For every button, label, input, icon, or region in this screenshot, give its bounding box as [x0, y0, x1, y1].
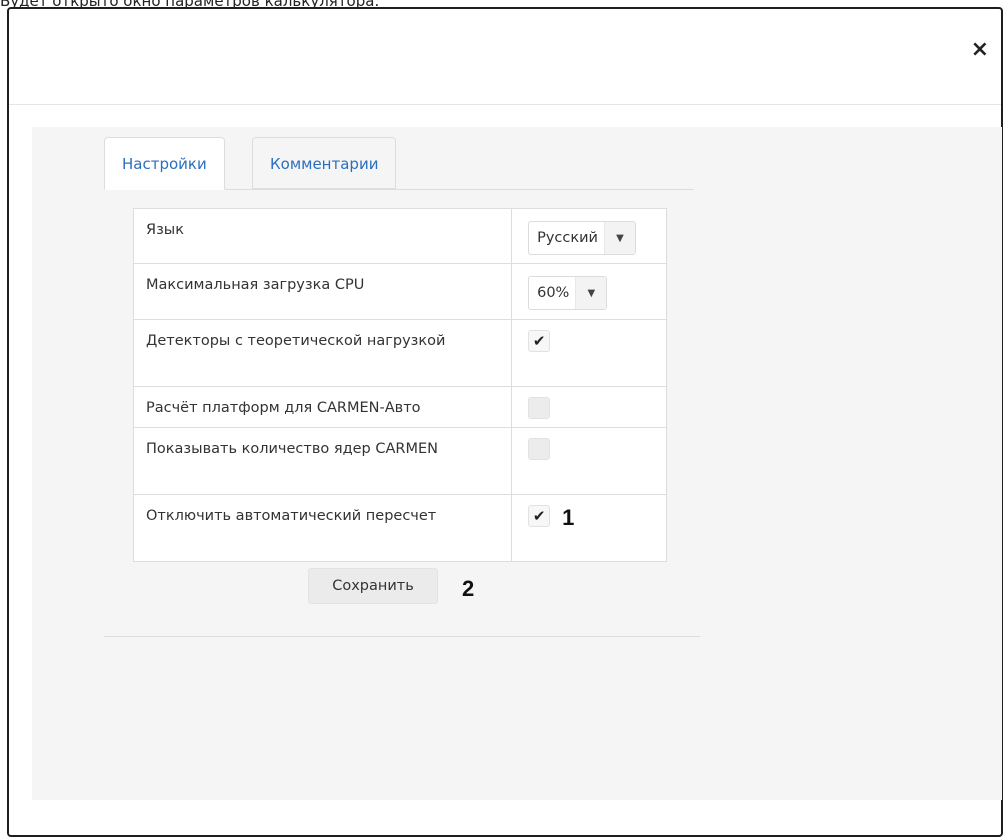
setting-control-cpu: 60% ▼	[511, 263, 667, 320]
tab-comments[interactable]: Комментарии	[252, 137, 397, 189]
setting-control-theoretical-detectors: ✔	[511, 319, 667, 387]
chevron-down-icon[interactable]: ▼	[603, 222, 635, 254]
setting-control-carmen-auto	[511, 386, 667, 428]
chevron-down-icon[interactable]: ▼	[575, 277, 607, 309]
table-row: Язык Русский ▼	[132, 208, 667, 264]
table-row: Расчёт платформ для CARMEN-Авто	[132, 386, 667, 428]
setting-control-show-cores	[511, 427, 667, 495]
annotation-marker-2: 2	[462, 576, 475, 601]
modal-body: Настройки Комментарии Язык Русский ▼ Мак…	[32, 127, 1002, 800]
table-row: Детекторы с теоретической нагрузкой ✔	[132, 319, 667, 387]
setting-control-disable-recalc: ✔ 1	[511, 494, 667, 562]
setting-label-language: Язык	[132, 208, 513, 264]
language-select-value: Русский	[537, 230, 598, 246]
setting-label-cpu: Максимальная загрузка CPU	[132, 263, 513, 320]
close-icon[interactable]: ×	[971, 39, 989, 61]
save-button[interactable]: Сохранить	[308, 568, 438, 604]
show-cores-checkbox[interactable]	[528, 438, 551, 460]
setting-label-carmen-auto: Расчёт платформ для CARMEN-Авто	[132, 386, 513, 428]
setting-control-language: Русский ▼	[511, 208, 667, 264]
table-row: Отключить автоматический пересчет ✔ 1	[132, 494, 667, 562]
cpu-select-value: 60%	[537, 285, 570, 301]
setting-label-show-cores: Показывать количество ядер CARMEN	[132, 427, 513, 495]
modal-header: ×	[9, 9, 1001, 105]
tab-settings[interactable]: Настройки	[104, 137, 225, 190]
annotation-marker-1: 1	[562, 505, 575, 530]
setting-label-disable-recalc: Отключить автоматический пересчет	[132, 494, 513, 562]
tab-bar: Настройки Комментарии	[104, 137, 694, 190]
language-select[interactable]: Русский ▼	[528, 221, 636, 255]
disable-recalc-checkbox[interactable]: ✔	[528, 505, 551, 527]
cpu-select[interactable]: 60% ▼	[528, 276, 608, 310]
theoretical-detectors-checkbox[interactable]: ✔	[528, 330, 551, 352]
table-row: Показывать количество ядер CARMEN	[132, 427, 667, 495]
setting-label-theoretical-detectors: Детекторы с теоретической нагрузкой	[132, 319, 513, 387]
settings-table: Язык Русский ▼ Максимальная загрузка CPU…	[132, 208, 667, 562]
calculator-settings-modal: × Настройки Комментарии Язык Русский ▼ М…	[7, 7, 1003, 837]
divider	[104, 636, 700, 637]
table-row: Максимальная загрузка CPU 60% ▼	[132, 263, 667, 320]
carmen-auto-checkbox[interactable]	[528, 397, 551, 419]
